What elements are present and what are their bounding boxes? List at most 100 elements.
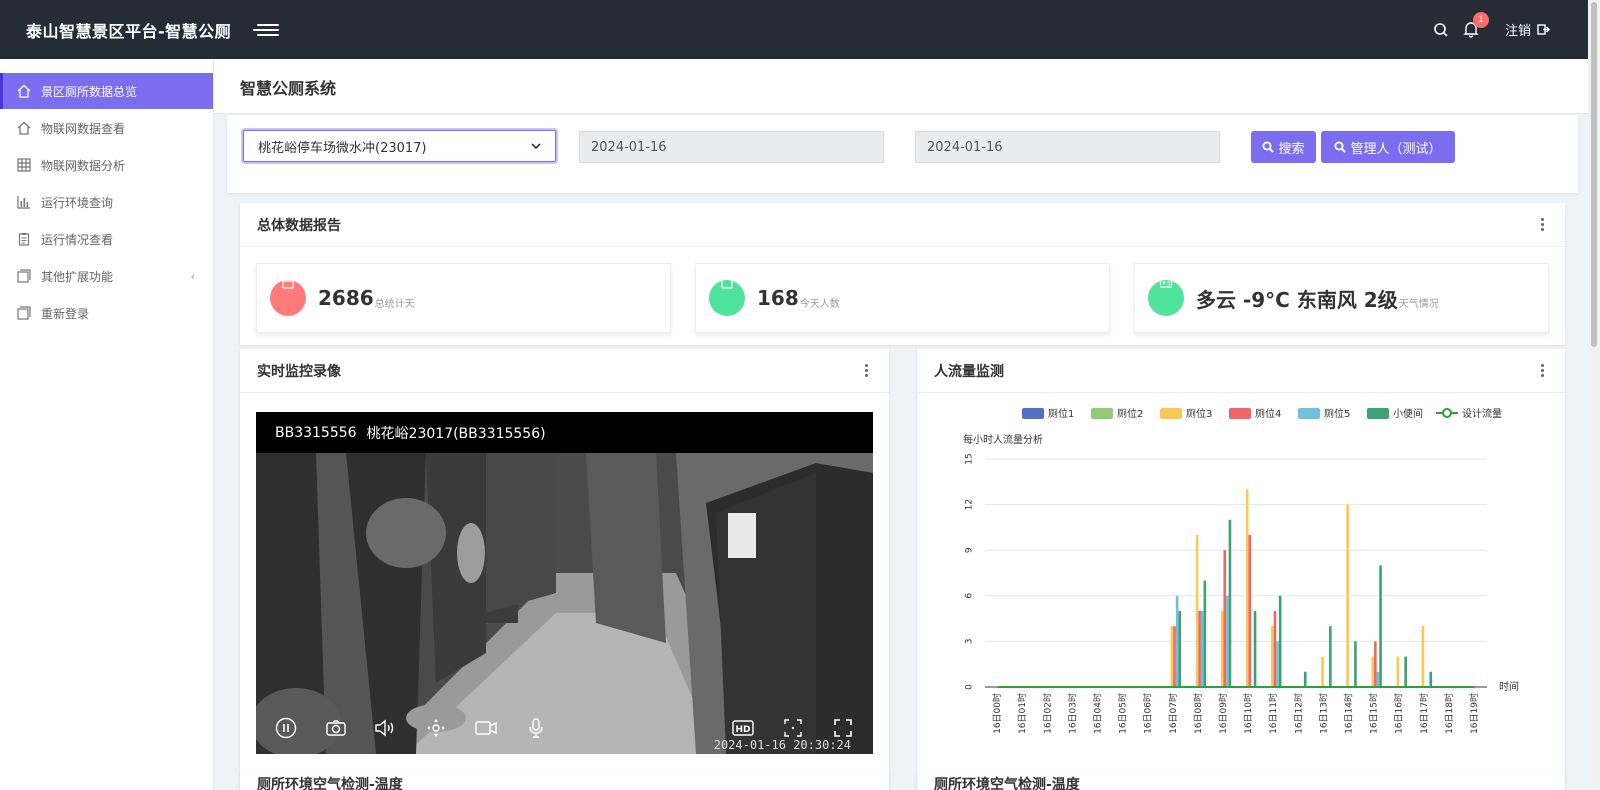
microphone-icon[interactable] — [524, 716, 548, 740]
search-icon[interactable] — [1433, 22, 1449, 38]
stat-label: 今天人数 — [799, 298, 840, 310]
bar — [1421, 626, 1425, 687]
x-tick-label: 16日02时 — [1041, 693, 1053, 734]
sidebar-item-env-query[interactable]: 运行环境查询 — [0, 184, 213, 220]
sidebar-item-overview[interactable]: 景区厕所数据总览 — [0, 73, 213, 109]
bar — [1278, 595, 1282, 687]
legend-label: 厕位1 — [1048, 407, 1074, 420]
bar — [1173, 626, 1176, 687]
admin-button[interactable]: 管理人（测试） — [1321, 131, 1455, 163]
legend-swatch — [1367, 408, 1389, 419]
bar — [1220, 611, 1224, 687]
legend-swatch — [1229, 408, 1251, 419]
navbar-actions: 1 注销 — [1433, 11, 1550, 40]
admin-button-label: 管理人（测试） — [1350, 141, 1442, 157]
flow-chart: 0 3 6 9 12 15 每小时人流量分析时间 16日00时 16日01时 16日02时 16日0… — [963, 407, 1519, 734]
bar — [1175, 595, 1179, 687]
temp-card-right-title: 厕所环境空气检测-温度 — [934, 777, 1080, 790]
site-select[interactable]: 桃花峪停车场微水冲(23017) — [243, 130, 556, 162]
device-name: 桃花峪23017(BB3315556) — [366, 425, 546, 442]
hd-quality-icon[interactable]: HD — [731, 716, 755, 740]
y-tick-label: 12 — [965, 499, 975, 510]
device-id: BB3315556 — [275, 424, 357, 441]
user-icon — [709, 276, 745, 316]
legend-swatch — [1160, 408, 1182, 419]
menu-toggle-icon[interactable] — [251, 20, 285, 40]
top-navbar: 泰山智慧景区平台-智慧公厕 1 注销 — [0, 0, 1588, 59]
logout-icon — [1537, 23, 1550, 36]
start-date-field[interactable]: 2024-01-16 — [579, 131, 884, 163]
bar — [1178, 611, 1182, 687]
sidebar-item-label: 其他扩展功能 — [41, 269, 114, 284]
more-vertical-icon[interactable] — [1537, 362, 1548, 379]
report-card-header: 总体数据报告 — [240, 203, 1565, 247]
stat-card-today-visitors: 168 今天人数 — [695, 263, 1110, 333]
app-title: 泰山智慧景区平台-智慧公厕 — [26, 21, 232, 41]
more-vertical-icon[interactable] — [861, 362, 872, 379]
video-controls-right: HD — [731, 716, 855, 740]
more-vertical-icon[interactable] — [1537, 216, 1548, 233]
end-date-field[interactable]: 2024-01-16 — [915, 131, 1220, 163]
sidebar: 景区厕所数据总览 物联网数据查看 物联网数据分析 运行环境查询 运行情况查看 其… — [0, 59, 214, 790]
bar — [1374, 641, 1377, 687]
video-controls-left — [274, 716, 548, 740]
temp-card-right: 厕所环境空气检测-温度 — [917, 770, 1565, 790]
bar — [1404, 656, 1407, 687]
legend-label: 厕位3 — [1186, 407, 1212, 420]
filter-panel: 桃花峪停车场微水冲(23017) 2024-01-16 2024-01-16 搜… — [227, 115, 1578, 193]
notification-bell-icon[interactable]: 1 — [1463, 11, 1489, 40]
scrollbar-thumb[interactable] — [1591, 2, 1597, 347]
ptz-control-icon[interactable] — [424, 716, 448, 740]
sidebar-item-iot-analysis[interactable]: 物联网数据分析 — [0, 147, 213, 183]
bar — [1376, 671, 1380, 687]
x-tick-label: 16日05时 — [1117, 693, 1129, 734]
sidebar-item-run-status[interactable]: 运行情况查看 — [0, 221, 213, 257]
sidebar-item-label: 重新登录 — [41, 306, 90, 321]
x-tick-label: 16日06时 — [1142, 693, 1154, 734]
flow-card-header: 人流量监测 — [917, 349, 1565, 393]
x-tick-label: 16日04时 — [1091, 693, 1103, 734]
video-player[interactable]: BB3315556 桃花峪23017(BB3315556) HD 2024-01… — [256, 412, 873, 754]
video-title-bar: BB3315556 桃花峪23017(BB3315556) — [256, 412, 873, 453]
x-tick-label: 16日12时 — [1292, 693, 1304, 734]
y-axis-label: 每小时人流量分析 — [963, 433, 1043, 446]
calendar-icon — [270, 277, 306, 316]
logout-label: 注销 — [1504, 24, 1531, 39]
video-timestamp: 2024-01-16 20:30:24 — [713, 738, 851, 752]
fullscreen-icon[interactable] — [831, 716, 855, 740]
x-tick-label: 16日09时 — [1217, 693, 1229, 734]
flow-title: 人流量监测 — [934, 363, 1004, 380]
logout-button[interactable]: 注销 — [1505, 20, 1550, 39]
sidebar-item-extensions[interactable]: 其他扩展功能 ‹ — [0, 258, 213, 294]
sidebar-item-label: 运行环境查询 — [41, 195, 114, 210]
sidebar-item-relogin[interactable]: 重新登录 — [0, 295, 213, 331]
legend-label: 设计流量 — [1462, 407, 1502, 420]
search-button[interactable]: 搜索 — [1251, 131, 1316, 163]
legend-label: 厕位4 — [1255, 407, 1281, 420]
chevron-left-icon: ‹ — [190, 269, 195, 283]
stat-card-weather: 多云 -9°C 东南风 2级 天气情况 — [1134, 263, 1549, 333]
legend-swatch — [1091, 408, 1113, 419]
x-tick-label: 16日16时 — [1393, 693, 1405, 734]
grid-icon — [16, 157, 32, 173]
temp-card-left-title: 厕所环境空气检测-温度 — [257, 777, 403, 790]
bar — [1271, 626, 1274, 687]
y-tick-label: 0 — [965, 684, 975, 690]
camera-snapshot-icon[interactable] — [324, 716, 348, 740]
x-tick-label: 16日03时 — [1066, 693, 1078, 734]
window-icon — [16, 268, 32, 284]
volume-icon[interactable] — [374, 716, 398, 740]
bar — [1223, 550, 1227, 687]
y-tick-label: 15 — [965, 453, 975, 464]
pause-icon[interactable] — [274, 716, 298, 740]
record-video-icon[interactable] — [474, 716, 498, 740]
x-tick-label: 16日15时 — [1368, 693, 1380, 734]
screenshot-area-icon[interactable] — [781, 716, 805, 740]
notification-badge: 1 — [1472, 11, 1489, 28]
bar — [1429, 671, 1433, 687]
page-scrollbar[interactable] — [1588, 0, 1600, 790]
sidebar-item-iot-view[interactable]: 物联网数据查看 — [0, 110, 213, 146]
x-tick-label: 16日08时 — [1192, 693, 1204, 734]
bar — [1321, 656, 1324, 687]
site-select-value: 桃花峪停车场微水冲(23017) — [258, 140, 427, 156]
